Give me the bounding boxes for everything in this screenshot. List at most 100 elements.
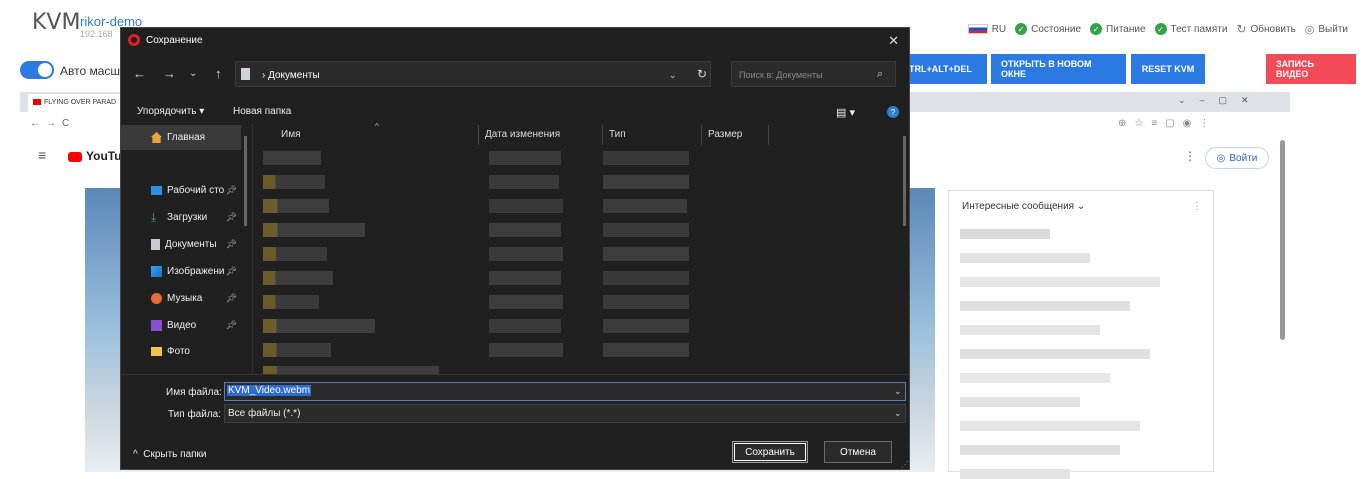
record-video-button[interactable]: ЗАПИСЬ ВИДЕО: [1266, 54, 1356, 84]
more-icon[interactable]: ⋮: [1184, 149, 1196, 163]
ctrl-alt-del-button[interactable]: TRL+ALT+DEL: [905, 54, 987, 84]
recent-locations-icon[interactable]: ⌄: [189, 68, 197, 79]
breadcrumb[interactable]: › Документы: [262, 70, 320, 81]
sidebar-item-photo[interactable]: Фото: [121, 339, 241, 364]
column-header-type[interactable]: Тип: [609, 129, 626, 140]
pane-divider[interactable]: [252, 124, 253, 374]
list-item[interactable]: [263, 199, 329, 213]
resize-grip-icon[interactable]: ⋰: [901, 460, 909, 469]
column-divider[interactable]: [602, 125, 603, 145]
hide-folders-button[interactable]: ^ Скрыть папки: [133, 449, 207, 460]
list-item[interactable]: [263, 366, 439, 374]
help-icon[interactable]: ?: [887, 106, 899, 118]
pin-icon[interactable]: 📌︎: [226, 266, 237, 277]
list-item[interactable]: [263, 271, 333, 285]
list-item[interactable]: [489, 223, 561, 237]
sidebar-item-home[interactable]: Главная: [121, 125, 241, 150]
chevron-down-icon[interactable]: ⌄: [669, 70, 677, 81]
pin-icon[interactable]: 📌︎: [226, 239, 237, 250]
list-item[interactable]: [263, 151, 321, 165]
refresh-icon[interactable]: ↻: [697, 67, 707, 81]
sidebar-item-pictures[interactable]: Изображени 📌︎: [121, 259, 241, 284]
list-item[interactable]: [603, 223, 689, 237]
up-icon[interactable]: ↑: [215, 66, 222, 81]
column-header-modified[interactable]: Дата изменения: [485, 129, 560, 140]
cancel-button[interactable]: Отмена: [824, 441, 892, 463]
reset-kvm-button[interactable]: RESET KVM: [1131, 54, 1205, 84]
column-divider[interactable]: [768, 125, 769, 145]
back-icon[interactable]: ←: [133, 66, 146, 81]
sidebar-item-video[interactable]: Видео 📌︎: [121, 313, 241, 338]
organize-button[interactable]: Упорядочить ▾: [137, 106, 204, 117]
column-header-size[interactable]: Размер: [708, 129, 742, 140]
list-item[interactable]: [603, 319, 689, 333]
list-item[interactable]: [263, 247, 327, 261]
new-folder-button[interactable]: Новая папка: [233, 106, 291, 117]
chevron-down-icon[interactable]: ⌄: [894, 386, 902, 397]
dialog-titlebar[interactable]: [121, 28, 909, 53]
list-item[interactable]: [489, 319, 561, 333]
list-item[interactable]: [603, 199, 687, 213]
list-item[interactable]: [603, 343, 689, 357]
browser-nav-icons[interactable]: ←→C: [30, 118, 75, 129]
chat-title[interactable]: Интересные сообщения ⌄: [962, 201, 1085, 212]
navigation-scrollbar[interactable]: [244, 136, 247, 226]
file-list-blurred[interactable]: [261, 148, 901, 374]
list-item[interactable]: [489, 247, 563, 261]
chevron-down-icon[interactable]: ⌄: [894, 408, 902, 419]
list-item[interactable]: [489, 343, 563, 357]
browser-tab[interactable]: FLYING OVER PARAD: [28, 94, 128, 112]
status-power[interactable]: ✓ Питание: [1090, 23, 1146, 35]
list-item[interactable]: [603, 295, 689, 309]
window-controls[interactable]: ⌄–▢✕: [1178, 95, 1263, 106]
list-item[interactable]: [603, 151, 689, 165]
sidebar-item-music[interactable]: Музыка 📌︎: [121, 286, 241, 311]
list-item[interactable]: [489, 199, 563, 213]
status-state[interactable]: ✓ Состояние: [1015, 23, 1081, 35]
pin-icon[interactable]: 📌︎: [226, 185, 237, 196]
file-type-select[interactable]: [224, 404, 906, 423]
signin-button[interactable]: ◎ Войти: [1205, 147, 1269, 169]
save-button[interactable]: Сохранить: [732, 441, 808, 463]
status-memtest[interactable]: ✓ Тест памяти: [1154, 23, 1227, 35]
pin-icon[interactable]: 📌︎: [226, 293, 237, 304]
sidebar-item-documents[interactable]: Документы 📌︎: [121, 232, 241, 257]
refresh-button[interactable]: ↻ Обновить: [1236, 22, 1295, 36]
file-list-scrollbar[interactable]: [903, 136, 906, 226]
host-ip: 192.168: [80, 29, 113, 39]
sidebar-item-desktop[interactable]: Рабочий сто 📌︎: [121, 178, 241, 203]
auto-scale-toggle[interactable]: [20, 61, 54, 79]
page-scrollbar[interactable]: [1280, 140, 1285, 340]
sidebar-item-downloads[interactable]: ⤓ Загрузки 📌︎: [121, 205, 241, 230]
refresh-icon: ↻: [1236, 22, 1247, 36]
pin-icon[interactable]: 📌︎: [226, 212, 237, 223]
search-icon[interactable]: ⌕: [877, 68, 883, 81]
forward-icon[interactable]: →: [163, 66, 176, 81]
column-divider[interactable]: [478, 125, 479, 145]
list-item[interactable]: [263, 319, 375, 333]
list-item[interactable]: [603, 175, 689, 189]
open-new-window-button[interactable]: ОТКРЫТЬ В НОВОМ ОКНЕ: [991, 54, 1126, 84]
close-icon[interactable]: ✕: [888, 33, 899, 49]
list-item[interactable]: [263, 295, 319, 309]
column-divider[interactable]: [701, 125, 702, 145]
logout-button[interactable]: ◎ Выйти: [1305, 23, 1348, 36]
sidebar-item-label: Загрузки: [167, 212, 208, 223]
list-item[interactable]: [263, 223, 365, 237]
list-item[interactable]: [263, 343, 331, 357]
list-item[interactable]: [263, 175, 325, 189]
browser-toolbar-icons[interactable]: ⊕☆≡▢◉⋮: [1118, 118, 1217, 129]
file-name-input[interactable]: [224, 382, 906, 401]
list-item[interactable]: [489, 295, 563, 309]
list-item[interactable]: [603, 247, 689, 261]
chat-more-icon[interactable]: ⋮: [1192, 201, 1202, 212]
language-switch[interactable]: RU: [967, 24, 1006, 35]
list-item[interactable]: [603, 271, 689, 285]
menu-icon[interactable]: ≡: [38, 147, 46, 163]
column-header-name[interactable]: Имя: [281, 129, 300, 140]
pin-icon[interactable]: 📌︎: [226, 320, 237, 331]
list-item[interactable]: [489, 175, 559, 189]
view-options-icon[interactable]: ▤ ▾: [836, 106, 855, 119]
list-item[interactable]: [489, 271, 561, 285]
list-item[interactable]: [489, 151, 561, 165]
